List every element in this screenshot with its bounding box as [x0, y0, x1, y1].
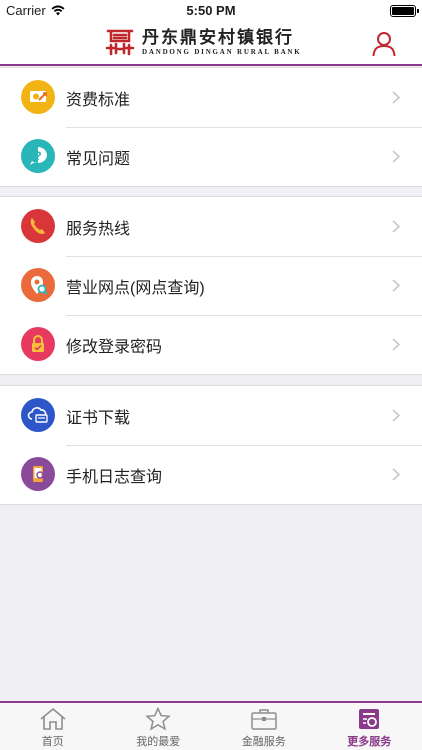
more-services-icon [359, 709, 380, 729]
tab-label: 更多服务 [347, 736, 392, 748]
tab-bar: 首页 我的最爱 金融服务 更多服务 [0, 701, 422, 750]
menu-item-label: 常见问题 [66, 150, 131, 168]
svg-text:?: ? [34, 149, 41, 163]
menu-item-fees[interactable]: 资费标准 [0, 68, 422, 127]
briefcase-icon [251, 709, 277, 730]
chevron-right-icon [392, 409, 400, 422]
menu-item-label: 营业网点(网点查询) [66, 279, 205, 297]
menu-item-label: 服务热线 [66, 220, 131, 238]
menu-item-branches[interactable]: 营业网点(网点查询) [0, 256, 422, 315]
mobile-log-icon [21, 457, 55, 491]
bank-logo: 丹东鼎安村镇银行 DANDONG DINGAN RURAL BANK [104, 26, 302, 58]
menu-item-label: 资费标准 [66, 91, 131, 109]
menu-group-3: 证书下载 手机日志查询 [0, 385, 422, 505]
tab-label: 我的最爱 [136, 736, 181, 748]
location-icon [21, 268, 55, 302]
tab-financial-services[interactable]: 金融服务 [211, 703, 317, 750]
status-time: 5:50 PM [186, 3, 236, 18]
home-icon [40, 707, 66, 730]
chevron-right-icon [392, 220, 400, 233]
menu-item-mobile-log[interactable]: 手机日志查询 [0, 445, 422, 504]
chevron-right-icon [392, 91, 400, 104]
tab-label: 首页 [41, 736, 64, 748]
menu-item-label: 修改登录密码 [66, 338, 163, 356]
menu-group-1: 资费标准 ? 常见问题 [0, 67, 422, 187]
bank-name-en: DANDONG DINGAN RURAL BANK [142, 48, 302, 56]
cloud-certificate-icon [21, 398, 55, 432]
menu-item-label: 证书下载 [66, 409, 131, 427]
star-icon [145, 707, 172, 731]
chevron-right-icon [392, 150, 400, 163]
menu-item-faq[interactable]: ? 常见问题 [0, 127, 422, 186]
user-icon[interactable] [372, 31, 396, 57]
bank-logo-icon [105, 29, 135, 56]
menu-item-change-password[interactable]: 修改登录密码 [0, 315, 422, 374]
menu-item-certificate[interactable]: 证书下载 [0, 386, 422, 445]
chevron-right-icon [392, 468, 400, 481]
chevron-right-icon [392, 338, 400, 351]
menu-group-2: 服务热线 营业网点(网点查询) 修改登录密码 [0, 196, 422, 375]
bank-name-cn: 丹东鼎安村镇银行 [142, 28, 294, 48]
status-bar: Carrier 5:50 PM [0, 0, 422, 22]
lock-icon [21, 327, 55, 361]
menu-item-label: 手机日志查询 [66, 468, 163, 486]
tab-home[interactable]: 首页 [0, 703, 106, 750]
menu-item-hotline[interactable]: 服务热线 [0, 197, 422, 256]
chevron-right-icon [392, 279, 400, 292]
app-header: 丹东鼎安村镇银行 DANDONG DINGAN RURAL BANK [0, 22, 422, 66]
tab-more-services[interactable]: 更多服务 [317, 703, 422, 750]
question-icon: ? [21, 139, 55, 173]
tab-favorites[interactable]: 我的最爱 [106, 703, 212, 750]
phone-icon [21, 209, 55, 243]
battery-icon [390, 5, 419, 17]
fee-icon [21, 80, 55, 114]
tab-label: 金融服务 [241, 736, 286, 748]
